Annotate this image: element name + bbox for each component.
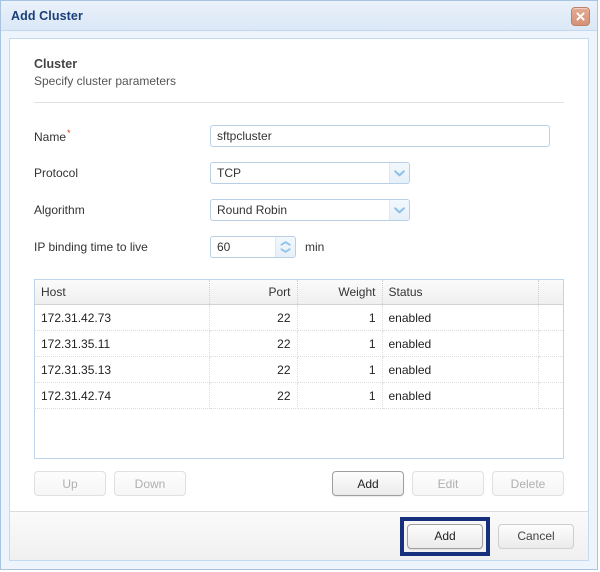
cell-weight: 1 [297, 356, 383, 383]
column-header-status[interactable]: Status [382, 280, 539, 305]
section-divider [34, 102, 564, 103]
grid-action-bar: Up Down Add Edit Delete [34, 471, 564, 496]
table-header-row: Host Port Weight Status [35, 280, 563, 305]
name-input[interactable] [210, 125, 550, 147]
ttl-label: IP binding time to live [34, 240, 148, 254]
add-cluster-dialog: Add Cluster Cluster Specify cluster para… [0, 0, 598, 570]
protocol-selected-value: TCP [217, 166, 241, 180]
dialog-titlebar: Add Cluster [1, 1, 597, 31]
cell-host: 172.31.42.73 [35, 304, 210, 331]
cell-status: enabled [382, 330, 539, 357]
add-host-button[interactable]: Add [332, 471, 404, 496]
cell-host: 172.31.35.13 [35, 356, 210, 383]
dialog-footer: Add Cancel [10, 511, 588, 560]
chevron-down-icon[interactable] [389, 200, 409, 220]
table-row[interactable]: 172.31.35.13 22 1 enabled [35, 356, 563, 383]
column-header-host[interactable]: Host [35, 280, 210, 305]
form-row-name: Name* [34, 121, 564, 151]
cell-status: enabled [382, 382, 539, 409]
move-up-button[interactable]: Up [34, 471, 106, 496]
dialog-body: Cluster Specify cluster parameters Name*… [10, 39, 588, 511]
protocol-label: Protocol [34, 166, 79, 180]
section-subtitle: Specify cluster parameters [34, 74, 177, 88]
cell-port: 22 [209, 304, 298, 331]
cancel-button[interactable]: Cancel [498, 523, 574, 549]
ttl-unit-label: min [305, 240, 325, 254]
edit-host-button[interactable]: Edit [412, 471, 484, 496]
form-row-ttl: IP binding time to live 60 min [34, 232, 564, 262]
cell-status: enabled [382, 356, 539, 383]
protocol-select[interactable]: TCP [210, 162, 410, 184]
cell-host: 172.31.35.11 [35, 330, 210, 357]
form-row-protocol: Protocol TCP [34, 158, 564, 188]
cell-port: 22 [209, 382, 298, 409]
cell-weight: 1 [297, 304, 383, 331]
form-row-algorithm: Algorithm Round Robin [34, 195, 564, 225]
name-label: Name* [34, 128, 210, 144]
column-header-spacer [538, 280, 563, 305]
cell-spacer [538, 356, 563, 383]
name-label-text: Name [34, 130, 67, 144]
hosts-grid: Host Port Weight Status 172.31.42.73 22 … [34, 279, 564, 459]
cell-spacer [538, 330, 563, 357]
cell-status: enabled [382, 304, 539, 331]
move-down-button[interactable]: Down [114, 471, 186, 496]
algorithm-label: Algorithm [34, 203, 85, 217]
cell-host: 172.31.42.74 [35, 382, 210, 409]
table-row[interactable]: 172.31.42.74 22 1 enabled [35, 382, 563, 409]
add-button[interactable]: Add [407, 523, 483, 549]
cell-spacer [538, 382, 563, 409]
ttl-stepper[interactable]: 60 [210, 236, 296, 258]
chevron-up-icon [280, 241, 291, 246]
column-header-port[interactable]: Port [209, 280, 298, 305]
delete-host-button[interactable]: Delete [492, 471, 564, 496]
chevron-down-icon [280, 248, 291, 253]
add-button-highlight: Add [400, 516, 490, 556]
table-row[interactable]: 172.31.35.11 22 1 enabled [35, 330, 563, 357]
column-header-weight[interactable]: Weight [297, 280, 383, 305]
dialog-content-panel: Cluster Specify cluster parameters Name*… [9, 38, 589, 561]
ttl-value: 60 [217, 240, 231, 254]
cell-weight: 1 [297, 382, 383, 409]
ttl-stepper-buttons[interactable] [275, 237, 295, 257]
hosts-table-body: 172.31.42.73 22 1 enabled 172.31.35.11 2… [35, 304, 563, 409]
cell-spacer [538, 304, 563, 331]
close-icon[interactable] [571, 7, 590, 26]
cell-weight: 1 [297, 330, 383, 357]
cell-port: 22 [209, 356, 298, 383]
hosts-table: Host Port Weight Status 172.31.42.73 22 … [35, 280, 563, 409]
cluster-form: Name* Protocol TCP [34, 121, 564, 269]
chevron-down-icon[interactable] [389, 163, 409, 183]
section-heading: Cluster [34, 57, 78, 71]
table-row[interactable]: 172.31.42.73 22 1 enabled [35, 304, 563, 331]
required-marker: * [67, 128, 71, 138]
cell-port: 22 [209, 330, 298, 357]
dialog-title: Add Cluster [11, 8, 83, 23]
algorithm-selected-value: Round Robin [217, 203, 288, 217]
algorithm-select[interactable]: Round Robin [210, 199, 410, 221]
